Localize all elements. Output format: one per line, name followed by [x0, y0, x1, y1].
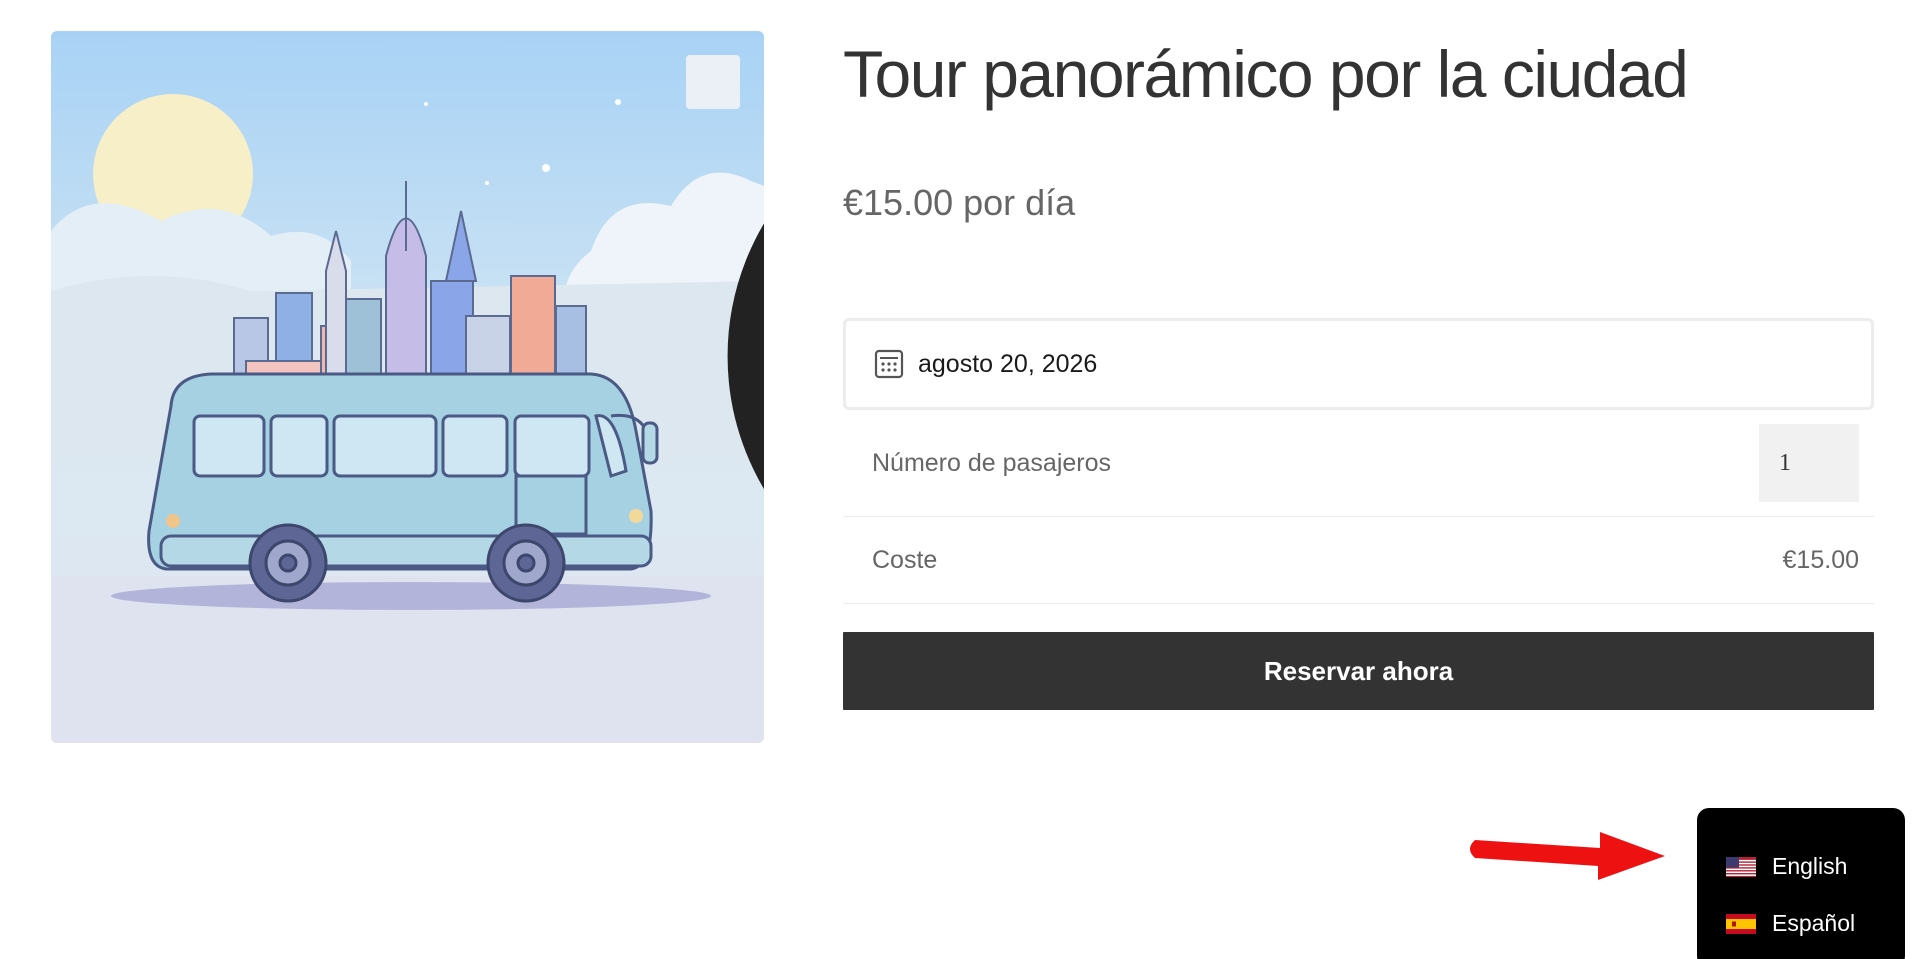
- annotation-arrow: [1470, 832, 1665, 880]
- product-price: €15.00 por día: [843, 182, 1076, 223]
- booking-date-value: agosto 20, 2026: [918, 349, 1098, 378]
- calendar-icon: [874, 349, 904, 379]
- language-option-spanish[interactable]: Español: [1697, 895, 1905, 952]
- zoom-button[interactable]: [686, 55, 764, 489]
- passengers-input[interactable]: [1759, 424, 1859, 502]
- product-page: Tour panorámico por la ciudad €15.00 por…: [0, 0, 1920, 959]
- cost-row: Coste €15.00: [843, 517, 1874, 604]
- booking-date-field[interactable]: agosto 20, 2026: [843, 318, 1874, 410]
- passengers-label: Número de pasajeros: [872, 448, 1112, 477]
- language-option-english[interactable]: English: [1697, 838, 1905, 895]
- product-title: Tour panorámico por la ciudad: [843, 37, 1689, 111]
- product-image[interactable]: [51, 31, 764, 743]
- language-label: English: [1772, 853, 1848, 879]
- bus-city-illustration: [51, 94, 764, 743]
- language-label: Español: [1772, 910, 1856, 936]
- language-switcher: English Español: [1697, 808, 1905, 959]
- cost-label: Coste: [872, 545, 938, 574]
- es-flag-icon: [1726, 913, 1756, 934]
- us-flag-icon: [1726, 856, 1756, 877]
- book-now-button[interactable]: Reservar ahora: [843, 632, 1874, 710]
- passengers-row: Número de pasajeros: [843, 410, 1874, 517]
- cost-value: €15.00: [1782, 545, 1859, 574]
- zoom-in-icon: [727, 223, 764, 489]
